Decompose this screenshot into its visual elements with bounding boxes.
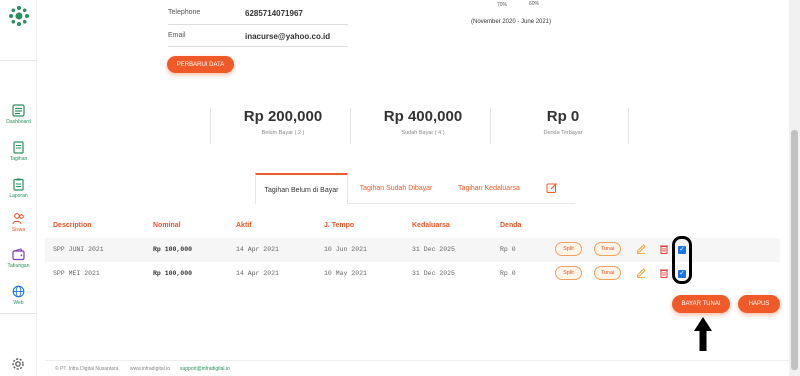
period-label: (November 2020 - June 2021)	[471, 19, 552, 25]
trash-icon[interactable]	[659, 268, 669, 278]
sidebar-item-label: Dashboard	[6, 119, 31, 125]
stat-amount: Rp 200,000	[243, 108, 323, 125]
stat-sudah-bayar: Rp 400,000 Sudah Bayar ( 4 )	[353, 108, 493, 144]
header-description: Description	[53, 222, 92, 229]
trash-icon[interactable]	[659, 244, 669, 254]
pay-cash-button[interactable]: BAYAR TUNAI	[672, 295, 730, 313]
email-value: inacurse@yahoo.co.id	[245, 32, 331, 41]
tab-kedaluarsa[interactable]: Tagihan Kedaluarsa	[446, 173, 532, 204]
pencil-icon[interactable]	[636, 244, 646, 254]
stat-label: Denda Terbayar	[543, 130, 583, 136]
tunai-button[interactable]: Tunai	[594, 266, 621, 280]
stat-amount: Rp 0	[546, 108, 580, 125]
arrow-up-icon	[694, 317, 712, 351]
header-nominal: Nominal	[153, 222, 181, 229]
sidebar-item-label: Tabungan	[7, 263, 30, 269]
sidebar: Dashboard Tagihan Laporan Siswa Tabungan…	[0, 0, 37, 376]
tab-sudah-dibayar[interactable]: Tagihan Sudah Dibayar	[352, 173, 440, 204]
sidebar-item-tagihan[interactable]: Tagihan	[0, 141, 37, 175]
cell-aktif: 14 Apr 2021	[236, 246, 279, 253]
stat-separator	[490, 108, 491, 144]
stat-separator	[350, 108, 351, 144]
sidebar-item-label: Siswa	[11, 227, 26, 233]
header-denda: Denda	[500, 222, 522, 229]
cell-denda: Rp 0	[500, 246, 516, 253]
footer-website[interactable]: www.infradigital.io	[130, 366, 170, 372]
logo-icon	[9, 6, 29, 26]
gear-icon[interactable]	[11, 357, 25, 371]
sidebar-item-label: Laporan	[9, 193, 28, 199]
stat-label: Sudah Bayar ( 4 )	[401, 130, 445, 136]
cell-nominal: Rp 100,000	[153, 270, 193, 277]
edit-note-icon[interactable]	[546, 182, 558, 194]
cell-tempo: 10 May 2021	[324, 270, 367, 277]
globe-icon	[12, 285, 25, 298]
tunai-button[interactable]: Tunai	[594, 242, 621, 256]
stat-separator	[628, 108, 629, 144]
header-aktif: Aktif	[236, 222, 252, 229]
email-label: Email	[168, 32, 186, 39]
bill-icon	[13, 141, 24, 154]
split-button[interactable]: Split	[555, 266, 582, 280]
sidebar-item-siswa[interactable]: Siswa	[0, 212, 37, 246]
dashboard-icon	[12, 104, 25, 117]
sidebar-item-label: Tagihan	[9, 156, 28, 162]
cell-nominal: Rp 100,000	[153, 246, 193, 253]
progress-percent-a: 70%	[497, 2, 508, 8]
header-kedaluarsa: Kedaluarsa	[412, 222, 450, 229]
stat-denda-terbayar: Rp 0 Denda Terbayar	[493, 108, 633, 144]
students-icon	[12, 213, 24, 225]
cell-tempo: 10 Jun 2021	[324, 246, 367, 253]
report-icon	[13, 178, 24, 191]
stat-separator	[210, 108, 211, 144]
cell-kedaluarsa: 31 Dec 2025	[412, 246, 455, 253]
sidebar-item-tabungan[interactable]: Tabungan	[0, 248, 37, 282]
progress-percent-b: 60%	[529, 1, 540, 7]
sidebar-item-dashboard[interactable]: Dashboard	[0, 104, 37, 138]
footer-divider	[45, 360, 789, 361]
delete-button[interactable]: HAPUS	[738, 295, 780, 313]
sidebar-item-label: Web	[13, 300, 24, 306]
stat-amount: Rp 400,000	[383, 108, 463, 125]
wallet-icon	[12, 248, 25, 261]
header-tempo: J. Tempo	[324, 222, 355, 229]
cell-aktif: 14 Apr 2021	[236, 270, 279, 277]
telephone-underline	[168, 24, 348, 25]
cell-description: SPP JUNI 2021	[53, 246, 104, 253]
footer-support-email[interactable]: support@infradigital.io	[180, 366, 230, 372]
stat-label: Belum Bayar ( 2 )	[261, 130, 305, 136]
split-button[interactable]: Split	[555, 242, 582, 256]
sidebar-divider	[0, 313, 37, 314]
cell-denda: Rp 0	[500, 270, 516, 277]
scrollbar-thumb[interactable]	[791, 130, 798, 370]
telephone-label: Telephone	[168, 9, 201, 16]
email-underline	[168, 46, 348, 47]
telephone-value: 6285714071967	[245, 9, 303, 18]
sidebar-divider	[0, 60, 37, 61]
cell-kedaluarsa: 31 Dec 2025	[412, 270, 455, 277]
update-data-button[interactable]: PERBARUI DATA	[167, 56, 234, 73]
stat-belum-bayar: Rp 200,000 Belum Bayar ( 2 )	[213, 108, 353, 144]
checkbox-highlight-annotation	[672, 236, 692, 284]
footer-company: © PT. Infra Digital Nusantara	[55, 366, 119, 372]
cell-description: SPP MEI 2021	[53, 270, 100, 277]
tab-belum-bayar[interactable]: Tagihan Belum di Bayar	[255, 173, 348, 204]
sidebar-item-laporan[interactable]: Laporan	[0, 178, 37, 212]
pencil-icon[interactable]	[636, 268, 646, 278]
